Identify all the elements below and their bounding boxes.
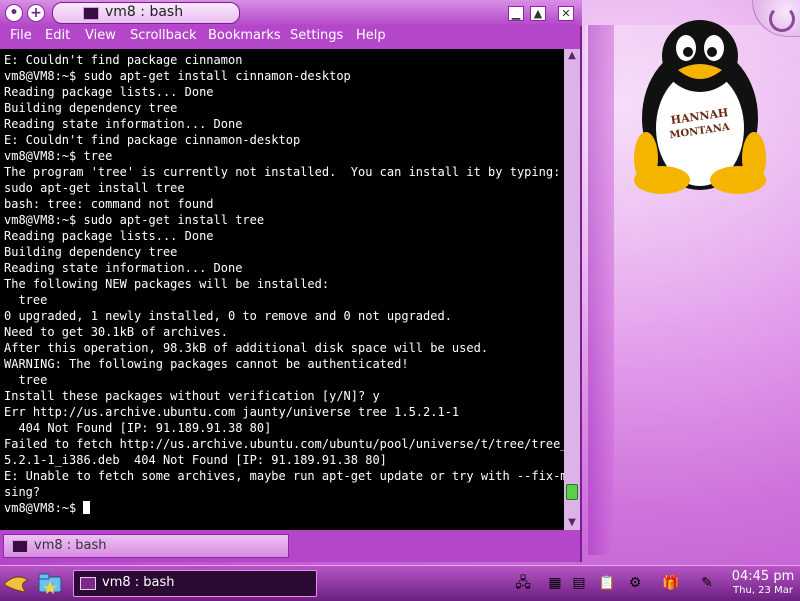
- terminal-output[interactable]: E: Couldn't find package cinnamon vm8@VM8…: [0, 49, 564, 530]
- terminal-line: The following NEW packages will be insta…: [4, 277, 330, 291]
- menu-settings[interactable]: Settings: [290, 28, 343, 43]
- terminal-line: sing?: [4, 485, 41, 499]
- close-button[interactable]: ✕: [558, 6, 574, 21]
- menu-view[interactable]: View: [85, 28, 116, 43]
- terminal-line: After this operation, 98.3kB of addition…: [4, 341, 489, 355]
- scrollbar-thumb[interactable]: [566, 484, 578, 500]
- clipboard-icon[interactable]: 📋: [596, 573, 618, 593]
- clock[interactable]: 04:45 pm Thu, 23 Mar: [728, 569, 798, 597]
- terminal-line: Reading package lists... Done: [4, 85, 214, 99]
- scroll-up-arrow-icon[interactable]: ▲: [564, 49, 580, 63]
- terminal-line: Need to get 30.1kB of archives.: [4, 325, 228, 339]
- terminal-prompt-line[interactable]: vm8@VM8:~$: [4, 500, 564, 516]
- wallpaper-panel: [588, 25, 614, 555]
- terminal-line: bash: tree: command not found: [4, 197, 214, 211]
- terminal-line: vm8@VM8:~$ sudo apt-get install tree: [4, 213, 265, 227]
- desktop-pager-icon[interactable]: ▦: [544, 573, 566, 593]
- terminal-line: 5.2.1-1_i386.deb 404 Not Found [IP: 91.1…: [4, 453, 387, 467]
- home-folder-icon[interactable]: [36, 570, 64, 596]
- terminal-line: Reading state information... Done: [4, 117, 243, 131]
- terminal-line: Install these packages without verificat…: [4, 389, 380, 403]
- eraser-icon[interactable]: ✎: [696, 573, 718, 593]
- konsole-window: • + vm8 : bash ▁ ▲ ✕ File Edit View Scro…: [0, 0, 582, 562]
- terminal-icon: [12, 540, 28, 553]
- menu-edit[interactable]: Edit: [45, 28, 70, 43]
- terminal-line: Reading package lists... Done: [4, 229, 214, 243]
- window-title: vm8 : bash: [105, 4, 184, 20]
- title-pill: vm8 : bash: [52, 2, 240, 24]
- maximize-button[interactable]: ▲: [530, 6, 546, 21]
- menu-help[interactable]: Help: [356, 28, 386, 43]
- network-icon[interactable]: 🖧: [512, 573, 534, 593]
- task-label: vm8 : bash: [102, 575, 175, 590]
- terminal-line: tree: [4, 293, 48, 307]
- tab-vm8-bash[interactable]: vm8 : bash: [3, 534, 289, 558]
- desktop-pager-2-icon[interactable]: ▤: [568, 573, 590, 593]
- menu-bookmarks[interactable]: Bookmarks: [208, 28, 281, 43]
- terminal-line: 404 Not Found [IP: 91.189.91.38 80]: [4, 421, 272, 435]
- sticky-button[interactable]: +: [28, 5, 44, 21]
- terminal-line: Building dependency tree: [4, 245, 178, 259]
- title-bar[interactable]: • + vm8 : bash ▁ ▲ ✕: [0, 0, 582, 26]
- terminal-line: Reading state information... Done: [4, 261, 243, 275]
- clock-time: 04:45 pm: [731, 569, 795, 584]
- settings-gear-icon[interactable]: ⚙: [624, 573, 646, 593]
- terminal-line: sudo apt-get install tree: [4, 181, 185, 195]
- terminal-line: WARNING: The following packages cannot b…: [4, 357, 409, 371]
- terminal-line: Building dependency tree: [4, 101, 178, 115]
- terminal-line: E: Unable to fetch some archives, maybe …: [4, 469, 564, 483]
- terminal-line: E: Couldn't find package cinnamon-deskto…: [4, 133, 301, 147]
- terminal-line: Failed to fetch http://us.archive.ubuntu…: [4, 437, 564, 451]
- tab-label: vm8 : bash: [34, 538, 107, 553]
- clock-date: Thu, 23 Mar: [733, 585, 793, 596]
- software-updater-icon[interactable]: 🎁: [660, 573, 682, 593]
- taskbar: vm8 : bash 🖧 ▦ ▤ 📋 ⚙ 🎁 ✎ 04:45 pm Thu, 2…: [0, 565, 800, 601]
- tux-penguin-wallpaper: HANNAH MONTANA: [634, 20, 766, 194]
- terminal-line: Err http://us.archive.ubuntu.com jaunty/…: [4, 405, 460, 419]
- terminal-line: vm8@VM8:~$ sudo apt-get install cinnamon…: [4, 69, 351, 83]
- terminal-icon: [83, 7, 99, 20]
- terminal-line: E: Couldn't find package cinnamon: [4, 53, 243, 67]
- terminal-line: vm8@VM8:~$ tree: [4, 149, 113, 163]
- hannah-montana-start-icon[interactable]: [2, 570, 30, 596]
- terminal-line: 0 upgraded, 1 newly installed, 0 to remo…: [4, 309, 452, 323]
- tab-bar: vm8 : bash: [0, 532, 580, 560]
- task-vm8-bash[interactable]: vm8 : bash: [73, 570, 317, 597]
- terminal-prompt: vm8@VM8:~$: [4, 501, 84, 515]
- vertical-scrollbar[interactable]: ▲ ▼: [564, 49, 580, 530]
- menu-bar: File Edit View Scrollback Bookmarks Sett…: [0, 26, 580, 48]
- terminal-line: tree: [4, 373, 48, 387]
- menu-scrollback[interactable]: Scrollback: [130, 28, 197, 43]
- scroll-down-arrow-icon[interactable]: ▼: [564, 516, 580, 530]
- terminal-icon: [80, 577, 96, 590]
- minimize-button[interactable]: ▁: [508, 6, 524, 21]
- menu-file[interactable]: File: [10, 28, 32, 43]
- window-menu-button[interactable]: •: [6, 5, 22, 21]
- terminal-cursor: [83, 501, 91, 514]
- terminal-line: The program 'tree' is currently not inst…: [4, 165, 561, 179]
